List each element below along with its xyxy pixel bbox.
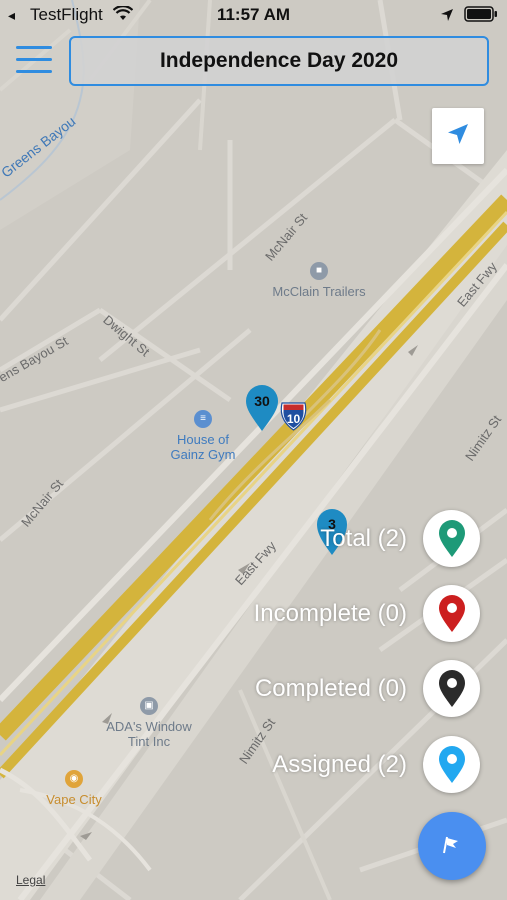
status-bar: ◂ TestFlight 11:57 AM xyxy=(0,0,507,30)
poi-gym-label-2: Gainz Gym xyxy=(170,447,236,462)
filter-completed[interactable]: Completed (0) xyxy=(255,660,480,717)
filter-assigned-label: Assigned (2) xyxy=(272,750,407,778)
filter-incomplete-label: Incomplete (0) xyxy=(253,599,407,627)
interstate-shield-icon: 10 xyxy=(280,402,307,431)
poi-adas-window-tint[interactable]: ▣ ADA's Window Tint Inc xyxy=(96,697,202,749)
poi-mcclain-trailers[interactable]: ■ McClain Trailers xyxy=(258,262,380,299)
poi-ada-label-1: ADA's Window xyxy=(106,719,192,734)
poi-vape-label: Vape City xyxy=(46,792,102,807)
poi-gym-label-1: House of xyxy=(176,432,230,447)
map-marker[interactable]: 30 xyxy=(245,384,279,432)
red-pin-icon[interactable] xyxy=(423,585,480,642)
poi-ada-label-2: Tint Inc xyxy=(127,734,171,749)
filter-completed-label: Completed (0) xyxy=(254,674,407,702)
flag-fab-button[interactable] xyxy=(418,812,486,880)
page-title: Independence Day 2020 xyxy=(159,49,399,72)
poi-mcclain-label: McClain Trailers xyxy=(272,284,366,299)
blue-pin-icon[interactable] xyxy=(423,736,480,793)
locate-me-button[interactable] xyxy=(432,108,484,164)
bag-icon: ◉ xyxy=(65,770,83,788)
green-pin-icon[interactable] xyxy=(423,510,480,567)
car-icon: ■ xyxy=(310,262,328,280)
navigation-arrow-icon xyxy=(446,122,470,151)
filter-total-label: Total (2) xyxy=(320,524,407,552)
black-pin-icon[interactable] xyxy=(423,660,480,717)
poi-vape-city[interactable]: ◉ Vape City xyxy=(36,770,112,807)
filter-assigned[interactable]: Assigned (2) xyxy=(272,736,480,793)
filter-total[interactable]: Total (2) xyxy=(320,510,480,567)
flag-icon xyxy=(441,833,463,860)
battery-icon xyxy=(464,6,498,27)
poi-house-of-gainz-gym[interactable]: ≡ House of Gainz Gym xyxy=(158,410,248,462)
status-time: 11:57 AM xyxy=(216,5,291,24)
map-marker-count: 30 xyxy=(254,393,270,409)
filter-incomplete[interactable]: Incomplete (0) xyxy=(254,585,480,642)
hamburger-menu-icon[interactable] xyxy=(16,46,52,76)
shop-icon: ▣ xyxy=(140,697,158,715)
dumbbell-icon: ≡ xyxy=(194,410,212,428)
interstate-shield-number: 10 xyxy=(286,412,301,426)
location-arrow-icon xyxy=(440,7,454,27)
event-title-button[interactable]: Independence Day 2020 xyxy=(69,36,489,86)
legal-link[interactable]: Legal xyxy=(16,873,45,887)
